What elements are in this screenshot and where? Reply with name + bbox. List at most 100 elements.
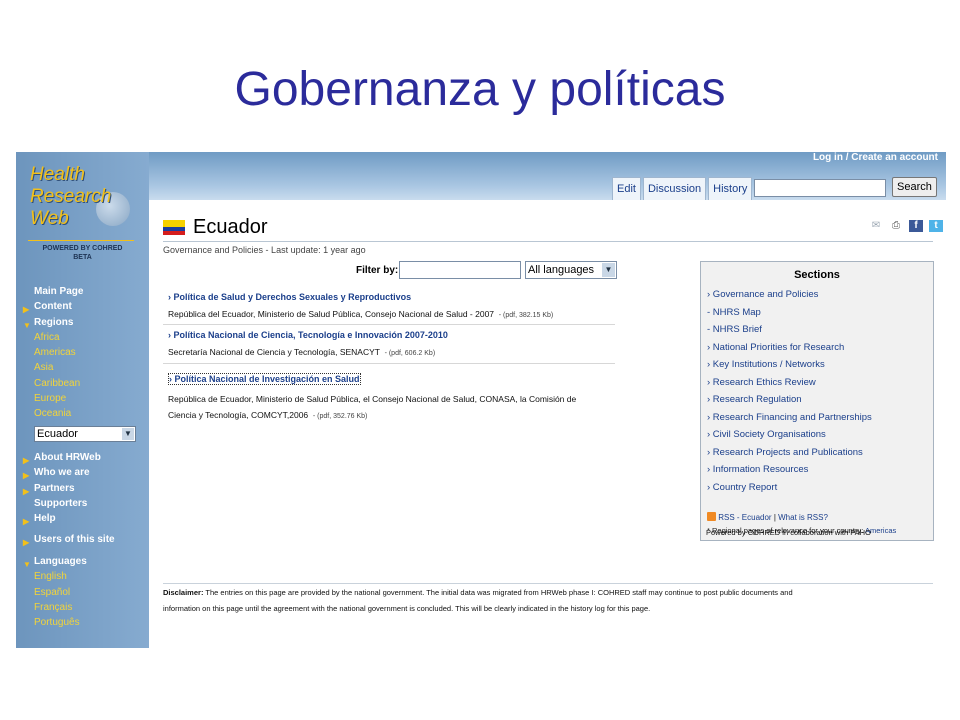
document-item: › Política de Salud y Derechos Sexuales … bbox=[168, 292, 616, 324]
sidebar-item-americas[interactable]: Americas bbox=[16, 345, 149, 360]
sidebar-item-europe[interactable]: Europe bbox=[16, 391, 149, 406]
sidebar-item-partners[interactable]: ▶ Partners bbox=[16, 481, 149, 496]
sidebar-item-help[interactable]: ▶ Help bbox=[16, 511, 149, 526]
language-francais[interactable]: Français bbox=[16, 600, 149, 615]
section-link-governance[interactable]: › Governance and Policies bbox=[707, 289, 818, 300]
section-link-projects[interactable]: › Research Projects and Publications bbox=[707, 447, 863, 458]
sidebar-item-about[interactable]: ▶ About HRWeb bbox=[16, 450, 149, 465]
rss-link[interactable]: RSS - Ecuador bbox=[718, 513, 771, 522]
sidebar-item-asia[interactable]: Asia bbox=[16, 360, 149, 375]
sidebar-item-caribbean[interactable]: Caribbean bbox=[16, 376, 149, 391]
twitter-icon[interactable]: t bbox=[929, 220, 943, 232]
disclaimer-label: Disclaimer: bbox=[163, 588, 204, 597]
page-actions: ✉ ⎙ f t bbox=[869, 220, 943, 232]
document-source: República de Ecuador, Ministerio de Salu… bbox=[168, 394, 577, 404]
language-espanol[interactable]: Español bbox=[16, 585, 149, 600]
sidebar-item-label: Caribbean bbox=[34, 377, 81, 389]
section-link-nhrs-map[interactable]: - NHRS Map bbox=[707, 307, 761, 318]
filter-input[interactable] bbox=[399, 261, 521, 279]
country-select[interactable]: Ecuador ▼ bbox=[34, 426, 136, 442]
sidebar-item-label: Africa bbox=[34, 331, 60, 343]
sidebar-item-label: Partners bbox=[34, 482, 75, 494]
create-account-link[interactable]: Create an account bbox=[851, 152, 938, 163]
sidebar-item-users[interactable]: ▶ Users of this site bbox=[16, 532, 149, 547]
search-button[interactable]: Search bbox=[892, 177, 937, 197]
document-link[interactable]: › Política Nacional de Investigación en … bbox=[168, 373, 361, 385]
section-link-institutions[interactable]: › Key Institutions / Networks bbox=[707, 359, 825, 370]
logo-line-3: Web bbox=[30, 208, 69, 229]
disclaimer-text: information on this page until the agree… bbox=[163, 604, 651, 613]
sidebar-item-content[interactable]: ▶ Content bbox=[16, 299, 149, 314]
sidebar-item-africa[interactable]: Africa bbox=[16, 330, 149, 345]
what-is-rss-link[interactable]: What is RSS? bbox=[778, 513, 828, 522]
document-link[interactable]: › Política de Salud y Derechos Sexuales … bbox=[168, 292, 616, 302]
section-link-civil-society[interactable]: › Civil Society Organisations bbox=[707, 429, 826, 440]
document-source: Secretaría Nacional de Ciencia y Tecnolo… bbox=[168, 347, 380, 357]
sidebar-item-label: Oceania bbox=[34, 408, 72, 420]
email-icon[interactable]: ✉ bbox=[869, 220, 883, 232]
section-link-country-report[interactable]: › Country Report bbox=[707, 482, 777, 493]
tab-history[interactable]: History bbox=[708, 177, 753, 200]
document-source: República del Ecuador, Ministerio de Sal… bbox=[168, 309, 495, 319]
language-filter-select[interactable]: All languages ▼ bbox=[525, 261, 617, 279]
browser-screenshot: Log in / Create an account Edit Discussi… bbox=[16, 152, 946, 648]
top-bar: Log in / Create an account Edit Discussi… bbox=[16, 152, 946, 200]
user-links: Log in / Create an account bbox=[813, 152, 938, 163]
section-link-ethics[interactable]: › Research Ethics Review bbox=[707, 377, 816, 388]
sidebar-item-label: Users of this site bbox=[34, 534, 115, 545]
tab-discussion[interactable]: Discussion bbox=[642, 177, 707, 200]
rss-line: RSS - Ecuador | What is RSS? bbox=[707, 512, 828, 522]
nav-languages: ▼ Languages English Español Français Port… bbox=[16, 554, 149, 630]
powered-text: POWERED BY COHRED bbox=[42, 245, 123, 252]
sidebar-item-label: Help bbox=[34, 513, 56, 525]
sidebar-item-label: Regions bbox=[34, 316, 74, 328]
ecuador-flag-icon bbox=[163, 220, 185, 235]
sections-title: Sections bbox=[794, 269, 840, 281]
rss-icon bbox=[707, 512, 716, 521]
logo-line-2: Research bbox=[30, 186, 112, 207]
chevron-down-icon: ▼ bbox=[122, 428, 134, 440]
arrow-right-icon: ▶ bbox=[23, 538, 30, 547]
section-link-nhrs-brief[interactable]: - NHRS Brief bbox=[707, 324, 762, 335]
language-filter-value: All languages bbox=[528, 264, 595, 276]
page-subtitle: Governance and Policies - Last update: 1… bbox=[163, 245, 366, 255]
arrow-right-icon: ▶ bbox=[23, 517, 30, 527]
page-title: Ecuador bbox=[193, 216, 268, 238]
section-link-priorities[interactable]: › National Priorities for Research bbox=[707, 342, 844, 353]
section-link-regulation[interactable]: › Research Regulation bbox=[707, 394, 802, 405]
page-tabs: Edit Discussion History bbox=[612, 177, 754, 200]
sidebar-item-regions[interactable]: ▼ Regions bbox=[16, 315, 149, 330]
document-item: › Política Nacional de Investigación en … bbox=[168, 369, 616, 425]
sidebar-item-label: Americas bbox=[34, 347, 76, 359]
sections-box: Sections › Governance and Policies - NHR… bbox=[700, 261, 934, 541]
sidebar-item-oceania[interactable]: Oceania bbox=[16, 406, 149, 421]
slide-title: Gobernanza y políticas bbox=[234, 63, 726, 116]
language-portugues[interactable]: Português bbox=[16, 615, 149, 630]
search-input[interactable] bbox=[754, 179, 886, 197]
chevron-down-icon: ▼ bbox=[602, 263, 615, 277]
login-link[interactable]: Log in bbox=[813, 152, 843, 163]
sidebar-item-who-we-are[interactable]: ▶ Who we are bbox=[16, 465, 149, 480]
document-divider bbox=[163, 324, 615, 325]
sidebar-item-languages[interactable]: ▼ Languages bbox=[16, 554, 149, 569]
language-english[interactable]: English bbox=[16, 569, 149, 584]
section-link-financing[interactable]: › Research Financing and Partnerships bbox=[707, 412, 872, 423]
sidebar-item-main-page[interactable]: Main Page bbox=[16, 284, 149, 299]
disclaimer: Disclaimer: The entries on this page are… bbox=[163, 585, 933, 617]
logo-divider bbox=[28, 240, 134, 241]
section-link-information[interactable]: › Information Resources bbox=[707, 464, 808, 475]
logo-line-1: Health bbox=[30, 164, 85, 185]
sidebar-item-supporters[interactable]: Supporters bbox=[16, 496, 149, 511]
document-item: › Política Nacional de Ciencia, Tecnolog… bbox=[168, 330, 616, 362]
tab-edit[interactable]: Edit bbox=[612, 177, 641, 200]
logo[interactable]: Health Research Web bbox=[30, 164, 134, 244]
sidebar-item-label: Europe bbox=[34, 393, 67, 405]
sidebar: Health Research Web POWERED BY COHRED BE… bbox=[16, 152, 149, 648]
facebook-icon[interactable]: f bbox=[909, 220, 923, 232]
main-content: Ecuador ✉ ⎙ f t Governance and Policies … bbox=[163, 212, 943, 642]
disclaimer-text: The entries on this page are provided by… bbox=[203, 588, 793, 597]
beta-text: BETA bbox=[73, 254, 92, 261]
nav-about: ▶ About HRWeb ▶ Who we are ▶ Partners Suppo… bbox=[16, 450, 149, 526]
print-icon[interactable]: ⎙ bbox=[889, 220, 903, 232]
document-link[interactable]: › Política Nacional de Ciencia, Tecnolog… bbox=[168, 330, 616, 340]
